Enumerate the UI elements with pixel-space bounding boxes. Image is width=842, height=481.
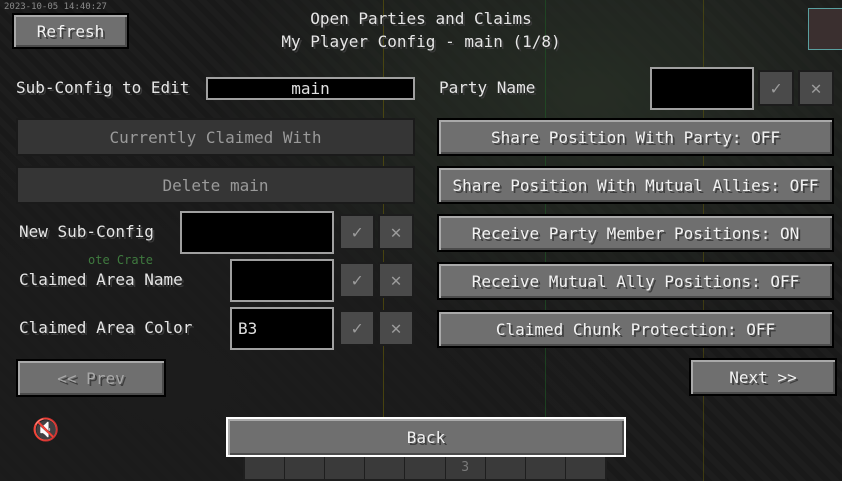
receive-ally-positions-toggle[interactable]: Receive Mutual Ally Positions: OFF [437, 262, 834, 300]
hotbar: 3 [243, 455, 607, 481]
hotbar-slot [245, 457, 286, 479]
share-position-party-toggle[interactable]: Share Position With Party: OFF [437, 118, 834, 156]
claimed-area-name-confirm-icon[interactable]: ✓ [339, 262, 375, 298]
delete-sub-config-button[interactable]: Delete main [16, 166, 415, 204]
claimed-area-color-input[interactable]: B3 [230, 307, 334, 350]
hotbar-slot-count: 3 [446, 457, 486, 479]
next-page-button[interactable]: Next >> [689, 358, 837, 396]
claimed-area-name-cancel-icon[interactable]: ✕ [378, 262, 414, 298]
claimed-area-name-label: Claimed Area Name [19, 270, 183, 289]
hotbar-slot [285, 457, 326, 479]
hotbar-slot [405, 457, 446, 479]
party-name-input[interactable] [650, 67, 754, 110]
new-sub-config-label: New Sub-Config [19, 222, 154, 241]
party-name-label: Party Name [439, 78, 536, 97]
claimed-area-name-input[interactable] [230, 259, 334, 302]
claimed-area-color-label: Claimed Area Color [19, 318, 193, 337]
hotbar-slot [325, 457, 366, 479]
sub-config-select[interactable]: main [206, 77, 415, 100]
world-overlay-text: ote Crate [88, 253, 154, 267]
new-sub-config-cancel-icon[interactable]: ✕ [378, 214, 414, 250]
screen-title: Open Parties and Claims [310, 9, 532, 28]
hotbar-slot [526, 457, 566, 479]
claimed-area-color-confirm-icon[interactable]: ✓ [339, 310, 375, 346]
party-name-confirm-icon[interactable]: ✓ [758, 70, 794, 106]
new-sub-config-confirm-icon[interactable]: ✓ [339, 214, 375, 250]
currently-claimed-button[interactable]: Currently Claimed With [16, 118, 415, 156]
screen-subtitle: My Player Config - main (1/8) [281, 32, 561, 51]
claimed-chunk-protection-toggle[interactable]: Claimed Chunk Protection: OFF [437, 310, 834, 348]
party-name-cancel-icon[interactable]: ✕ [798, 70, 834, 106]
hotbar-slot [566, 457, 605, 479]
share-position-allies-toggle[interactable]: Share Position With Mutual Allies: OFF [437, 166, 834, 204]
muted-speaker-icon: 🔇 [32, 418, 60, 443]
back-button[interactable]: Back [226, 417, 626, 457]
hotbar-slot [365, 457, 406, 479]
new-sub-config-input[interactable] [180, 211, 334, 254]
prev-page-button[interactable]: << Prev [16, 359, 166, 397]
sub-config-label: Sub-Config to Edit [16, 78, 190, 97]
claimed-area-color-cancel-icon[interactable]: ✕ [378, 310, 414, 346]
receive-party-positions-toggle[interactable]: Receive Party Member Positions: ON [437, 214, 834, 252]
hotbar-slot [486, 457, 526, 479]
